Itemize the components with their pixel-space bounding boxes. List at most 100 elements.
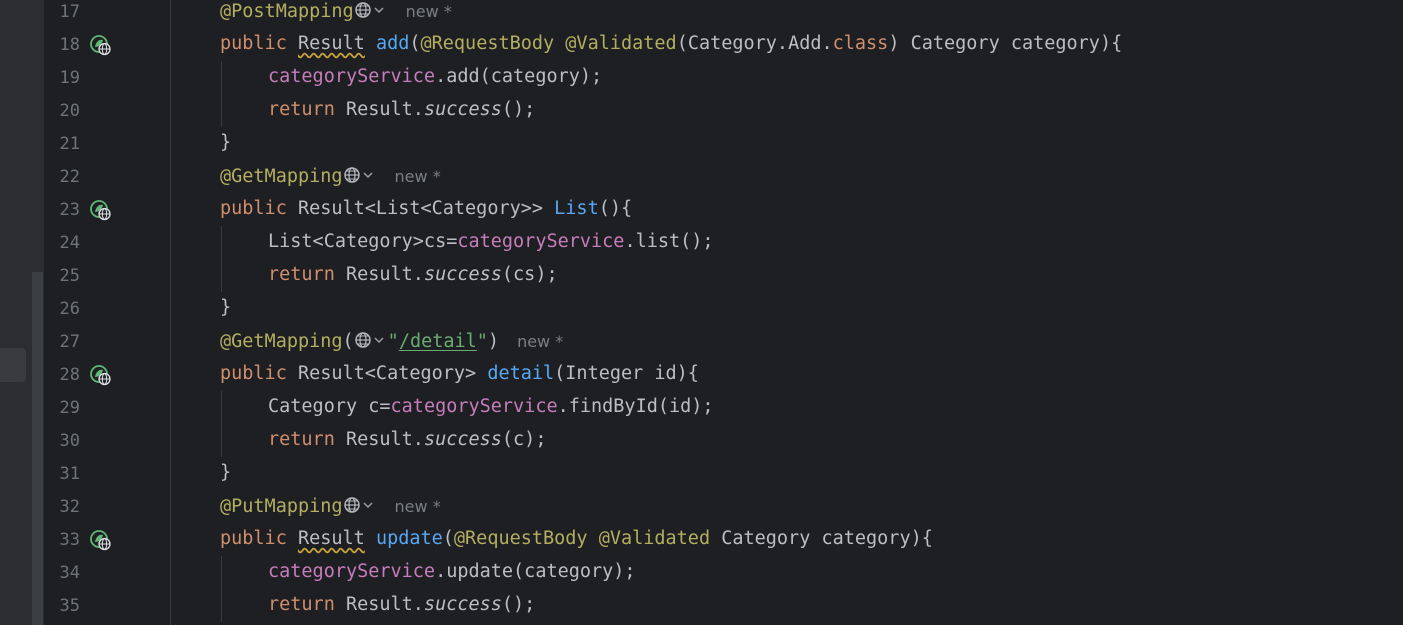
- code-text[interactable]: return Result.success();: [268, 594, 535, 616]
- code-token: ": [476, 331, 488, 352]
- globe-dropdown-icon[interactable]: [343, 165, 377, 185]
- line-number[interactable]: 33: [44, 530, 80, 550]
- line-number[interactable]: 18: [44, 35, 80, 55]
- code-text[interactable]: }: [220, 297, 231, 319]
- line-number[interactable]: 32: [44, 497, 80, 517]
- line-number[interactable]: 31: [44, 464, 80, 484]
- code-token: /detail: [398, 331, 477, 352]
- code-token: return: [268, 429, 346, 450]
- code-line[interactable]: 31}: [44, 457, 1403, 490]
- code-line[interactable]: 17 @PostMapping new *: [44, 0, 1403, 28]
- line-number[interactable]: 27: [44, 332, 80, 352]
- line-number[interactable]: 28: [44, 365, 80, 385]
- globe-dropdown-icon[interactable]: [343, 495, 377, 515]
- code-text[interactable]: public Result<Category> detail(Integer i…: [220, 363, 699, 385]
- code-text[interactable]: List<Category>cs=categoryService.list();: [268, 231, 714, 253]
- line-number[interactable]: 23: [44, 200, 80, 220]
- tool-window-tab[interactable]: [0, 348, 26, 382]
- code-text[interactable]: categoryService.add(category);: [268, 66, 602, 88]
- code-token: Result.: [345, 264, 424, 285]
- code-line[interactable]: 29 Category c=categoryService.findById(id…: [44, 391, 1403, 424]
- line-number[interactable]: 29: [44, 398, 80, 418]
- code-token: }: [220, 462, 232, 483]
- code-text[interactable]: @PostMapping new *: [220, 0, 452, 23]
- spring-endpoint-globe-icon[interactable]: [90, 199, 112, 221]
- code-line[interactable]: 24 List<Category>cs=categoryService.list(…: [44, 226, 1403, 259]
- line-number[interactable]: 22: [44, 167, 80, 187]
- line-number[interactable]: 24: [44, 233, 80, 253]
- code-text[interactable]: @GetMapping("/detail") new *: [220, 330, 563, 353]
- code-editor[interactable]: 17 @PostMapping new * 18 public Result add(@…: [44, 0, 1403, 625]
- code-line[interactable]: 28 public Result<Category> detail(Integer…: [44, 358, 1403, 391]
- code-token: @GetMapping: [220, 166, 343, 187]
- code-text[interactable]: public Result add(@RequestBody @Validate…: [220, 33, 1122, 55]
- code-line[interactable]: 22 @GetMapping new *: [44, 160, 1403, 193]
- code-token: Result.: [345, 594, 424, 615]
- code-token: .add(category);: [435, 66, 603, 87]
- code-text[interactable]: return Result.success(c);: [268, 429, 546, 451]
- line-number[interactable]: 30: [44, 431, 80, 451]
- code-line[interactable]: 35 return Result.success();: [44, 589, 1403, 622]
- code-line[interactable]: 19 categoryService.add(category);: [44, 61, 1403, 94]
- code-line[interactable]: 33 public Result update(@RequestBody @Val…: [44, 523, 1403, 556]
- line-number[interactable]: 21: [44, 134, 80, 154]
- code-text[interactable]: @GetMapping new *: [220, 165, 441, 188]
- code-token: Result: [297, 33, 365, 54]
- code-text[interactable]: return Result.success();: [268, 99, 535, 121]
- code-token: categoryService: [390, 396, 558, 417]
- code-token: categoryService: [268, 561, 436, 582]
- globe-dropdown-icon[interactable]: [354, 0, 388, 20]
- code-token: categoryService: [268, 66, 436, 87]
- inlay-hint-new[interactable]: new *: [406, 1, 452, 23]
- spring-endpoint-globe-icon[interactable]: [90, 529, 112, 551]
- code-token: return: [268, 264, 346, 285]
- code-token: (c);: [501, 429, 547, 450]
- code-line[interactable]: 20 return Result.success();: [44, 94, 1403, 127]
- code-line[interactable]: 26}: [44, 292, 1403, 325]
- line-number[interactable]: 34: [44, 563, 80, 583]
- code-line[interactable]: 18 public Result add(@RequestBody @Valida…: [44, 28, 1403, 61]
- code-line[interactable]: 27 @GetMapping("/detail") new *: [44, 325, 1403, 358]
- indent-guide: [221, 391, 222, 457]
- spring-endpoint-globe-icon[interactable]: [90, 34, 112, 56]
- code-token: @Validated: [565, 33, 677, 54]
- code-text[interactable]: }: [220, 462, 231, 484]
- code-line[interactable]: 30 return Result.success(c);: [44, 424, 1403, 457]
- inlay-hint-new[interactable]: new *: [517, 331, 563, 353]
- line-number[interactable]: 19: [44, 68, 80, 88]
- code-text[interactable]: @PutMapping new *: [220, 495, 441, 518]
- code-token: .findById(id);: [557, 396, 714, 417]
- side-scrollbar[interactable]: [32, 272, 43, 625]
- code-text[interactable]: }: [220, 132, 231, 154]
- line-number[interactable]: 35: [44, 596, 80, 616]
- globe-dropdown-icon[interactable]: [354, 330, 388, 350]
- code-line[interactable]: 23 public Result<List<Category>> List(){: [44, 193, 1403, 226]
- code-token: Result.: [345, 429, 424, 450]
- code-text[interactable]: categoryService.update(category);: [268, 561, 636, 583]
- code-line[interactable]: 25 return Result.success(cs);: [44, 259, 1403, 292]
- code-text[interactable]: public Result<List<Category>> List(){: [220, 198, 632, 220]
- inlay-hint-new[interactable]: new *: [395, 166, 441, 188]
- line-number[interactable]: 20: [44, 101, 80, 121]
- code-text[interactable]: public Result update(@RequestBody @Valid…: [220, 528, 933, 550]
- code-token: @PutMapping: [220, 496, 343, 517]
- code-token: @GetMapping: [220, 331, 343, 352]
- code-token: (: [409, 33, 421, 54]
- code-token: public: [220, 198, 298, 219]
- code-token: Category category){: [710, 528, 933, 549]
- inlay-hint-new[interactable]: new *: [395, 496, 441, 518]
- code-line[interactable]: 21}: [44, 127, 1403, 160]
- code-token: class: [832, 33, 889, 54]
- code-token: .list();: [624, 231, 714, 252]
- code-line[interactable]: 34 categoryService.update(category);: [44, 556, 1403, 589]
- code-token: public: [220, 33, 298, 54]
- code-text[interactable]: return Result.success(cs);: [268, 264, 558, 286]
- code-token: success: [423, 429, 502, 450]
- line-number[interactable]: 17: [44, 2, 80, 22]
- code-text[interactable]: Category c=categoryService.findById(id);: [268, 396, 714, 418]
- code-line[interactable]: 32 @PutMapping new *: [44, 490, 1403, 523]
- line-number[interactable]: 25: [44, 266, 80, 286]
- spring-endpoint-globe-icon[interactable]: [90, 364, 112, 386]
- line-number[interactable]: 26: [44, 299, 80, 319]
